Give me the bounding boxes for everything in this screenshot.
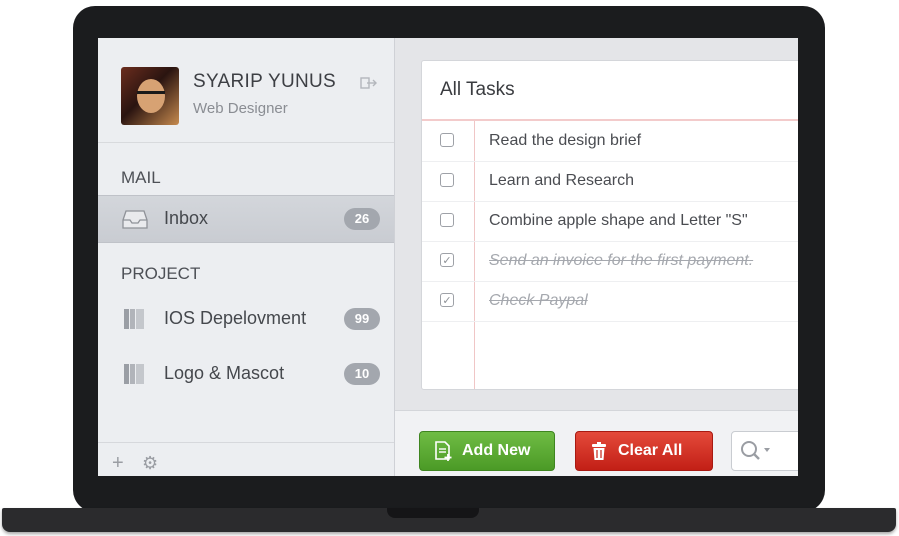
add-new-label: Add New: [462, 442, 531, 459]
task-checkbox[interactable]: [440, 173, 454, 187]
task-row-completed: ✓ Check Paypal: [422, 281, 798, 322]
sidebar-item-label: Logo & Mascot: [164, 363, 285, 383]
user-role: Web Designer: [193, 100, 288, 117]
sidebar-footer: + ⚙: [98, 442, 394, 476]
main-content: All Tasks Read the design brief Learn an…: [395, 38, 798, 476]
inbox-tray-icon: [122, 210, 148, 229]
trash-icon: [592, 442, 606, 460]
task-text-completed[interactable]: Send an invoice for the first payment.: [489, 252, 753, 270]
add-document-icon: [435, 441, 452, 461]
sidebar-item-label: Inbox: [164, 208, 209, 228]
page-title: All Tasks: [440, 79, 515, 100]
app-screen: SYARIP YUNUS Web Designer MAIL Inbox 26 …: [98, 38, 798, 476]
avatar[interactable]: [121, 67, 179, 125]
task-row: Read the design brief: [422, 121, 798, 162]
add-icon[interactable]: +: [112, 453, 124, 473]
task-checkbox-checked[interactable]: ✓: [440, 293, 454, 307]
task-text[interactable]: Read the design brief: [489, 132, 641, 150]
sidebar-item-inbox[interactable]: Inbox 26: [98, 195, 394, 243]
sidebar-item-label: IOS Depelovment: [164, 308, 307, 328]
gear-icon[interactable]: ⚙: [142, 453, 158, 473]
clear-all-button[interactable]: Clear All: [575, 431, 713, 471]
user-profile: SYARIP YUNUS Web Designer: [98, 38, 394, 143]
bottom-toolbar: Add New Clear All: [395, 410, 798, 476]
unread-count-badge: 26: [344, 208, 380, 230]
section-label-project: PROJECT: [121, 264, 201, 283]
task-row: Combine apple shape and Letter "S": [422, 201, 798, 242]
task-row: Learn and Research: [422, 161, 798, 202]
count-badge: 99: [344, 308, 380, 330]
task-text[interactable]: Learn and Research: [489, 172, 634, 190]
task-text-completed[interactable]: Check Paypal: [489, 292, 588, 310]
search-input[interactable]: [731, 431, 798, 471]
book-icon: [124, 364, 144, 384]
user-name: SYARIP YUNUS: [193, 71, 336, 92]
task-text[interactable]: Combine apple shape and Letter "S": [489, 212, 748, 230]
count-badge: 10: [344, 363, 380, 385]
task-panel: All Tasks Read the design brief Learn an…: [421, 60, 798, 390]
sidebar: SYARIP YUNUS Web Designer MAIL Inbox 26 …: [98, 38, 395, 476]
book-icon: [124, 309, 144, 329]
task-checkbox[interactable]: [440, 133, 454, 147]
task-checkbox[interactable]: [440, 213, 454, 227]
section-label-mail: MAIL: [121, 168, 161, 187]
avatar-glasses: [137, 91, 165, 100]
sidebar-item-logo-mascot[interactable]: Logo & Mascot 10: [98, 351, 394, 397]
logout-icon[interactable]: [360, 76, 378, 90]
search-icon: [741, 441, 770, 460]
task-row-completed: ✓ Send an invoice for the first payment.: [422, 241, 798, 282]
laptop-notch: [387, 508, 479, 518]
sidebar-item-ios-development[interactable]: IOS Depelovment 99: [98, 296, 394, 342]
task-checkbox-checked[interactable]: ✓: [440, 253, 454, 267]
add-new-button[interactable]: Add New: [419, 431, 555, 471]
clear-all-label: Clear All: [618, 442, 683, 459]
